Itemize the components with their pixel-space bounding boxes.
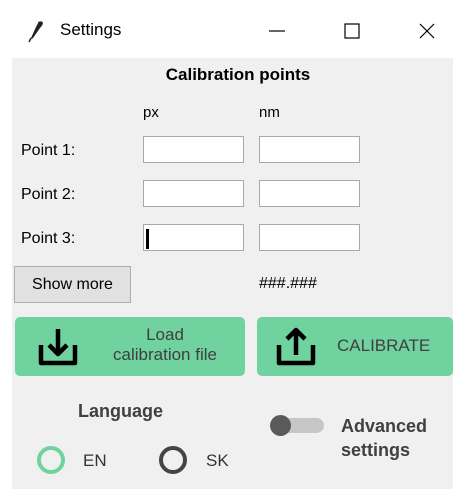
calibration-heading: Calibration points — [165, 65, 311, 84]
close-button[interactable] — [402, 10, 452, 52]
language-sk-radio[interactable] — [159, 446, 187, 474]
advanced-settings-line-1: Advanced — [341, 416, 428, 436]
point-2-label: Point 2: — [21, 186, 76, 203]
load-button-line-2: calibration file — [113, 345, 217, 364]
advanced-settings-line-2: settings — [341, 440, 411, 460]
language-heading: Language — [78, 401, 164, 421]
show-more-button[interactable]: Show more — [14, 266, 131, 303]
point-1-px-input[interactable] — [143, 136, 244, 163]
calibration-result: ###.### — [259, 275, 317, 292]
maximize-button[interactable] — [327, 10, 377, 52]
point-2-px-input[interactable] — [143, 180, 244, 207]
point-3-label: Point 3: — [21, 230, 76, 247]
language-sk-label[interactable]: SK — [206, 451, 229, 471]
point-3-nm-input[interactable] — [259, 224, 360, 251]
minimize-icon — [269, 30, 285, 32]
feather-icon — [24, 19, 48, 43]
load-calibration-file-button[interactable]: Load calibration file — [15, 317, 245, 376]
toggle-knob — [270, 415, 291, 436]
px-column-label: px — [143, 104, 159, 121]
window-title: Settings — [60, 20, 122, 39]
title-bar: Settings — [0, 0, 453, 58]
text-cursor — [146, 229, 149, 249]
download-icon — [38, 329, 78, 366]
point-3-px-input[interactable] — [143, 224, 244, 251]
maximize-icon — [344, 23, 360, 39]
calibrate-button-label: CALIBRATE — [337, 336, 431, 355]
settings-window: Settings Calibration points px nm Point … — [0, 0, 453, 489]
calibrate-button[interactable]: CALIBRATE — [257, 317, 453, 376]
load-button-label: Load calibration file — [95, 325, 235, 365]
language-en-radio[interactable] — [37, 446, 65, 474]
point-1-nm-input[interactable] — [259, 136, 360, 163]
point-1-label: Point 1: — [21, 142, 76, 159]
load-button-line-1: Load — [146, 325, 184, 344]
advanced-settings-toggle[interactable] — [270, 415, 325, 436]
minimize-button[interactable] — [252, 10, 302, 52]
language-en-label[interactable]: EN — [83, 451, 107, 471]
close-icon — [419, 23, 435, 39]
upload-icon — [276, 327, 316, 366]
point-2-nm-input[interactable] — [259, 180, 360, 207]
nm-column-label: nm — [259, 104, 280, 121]
advanced-settings-label[interactable]: Advanced settings — [341, 414, 451, 462]
